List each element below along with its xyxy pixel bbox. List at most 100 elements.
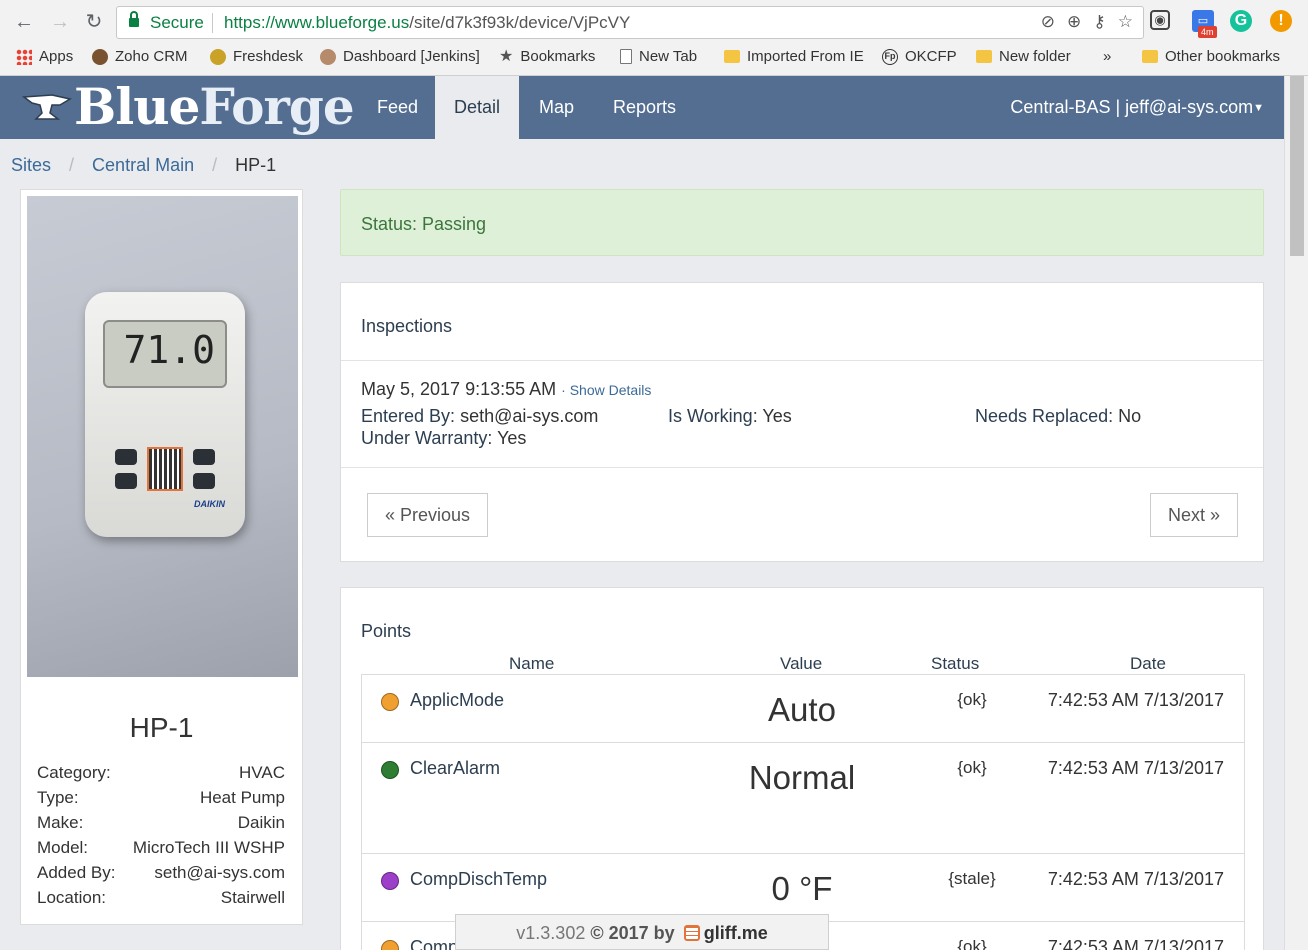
app-navbar: BlueForge Feed Detail Map Reports Centra… (0, 76, 1284, 139)
url-text: https://www.blueforge.us/site/d7k3f93k/d… (224, 13, 631, 32)
point-status-dot (381, 940, 399, 950)
previous-button[interactable]: « Previous (367, 493, 489, 537)
needs-replaced: Needs Replaced: No (975, 406, 1142, 426)
blueforge-logo[interactable]: BlueForge (22, 82, 355, 132)
jenkins-icon (320, 48, 336, 65)
bookmark-jenkins[interactable]: Dashboard [Jenkins] (320, 48, 480, 65)
col-status: Status (931, 654, 980, 673)
col-name: Name (509, 654, 555, 673)
point-name: CompDischTemp (410, 869, 548, 889)
thermostat-image: 71.0 DAIKIN (85, 292, 245, 537)
bookmark-okcfp[interactable]: Fp OKCFP (882, 48, 957, 65)
points-title: Points (361, 621, 412, 641)
back-icon[interactable]: ← (12, 10, 36, 34)
nav-detail[interactable]: Detail (435, 76, 520, 139)
bookmark-zoho[interactable]: Zoho CRM (92, 48, 188, 65)
breadcrumb-site[interactable]: Central Main (92, 155, 194, 176)
point-value: 0 °F (771, 870, 833, 907)
points-table: ApplicMode Auto {ok} 7:42:53 AM 7/13/201… (361, 674, 1245, 950)
bookmark-imported[interactable]: Imported From IE (724, 48, 864, 65)
zoho-icon (92, 48, 108, 65)
point-name: ApplicMode (410, 690, 505, 710)
point-date: 7:42:53 AM 7/13/2017 (1047, 690, 1224, 710)
bookmarks-overflow[interactable]: » (1103, 48, 1111, 65)
blocked-popup-icon[interactable]: ⊘ (1041, 12, 1055, 32)
table-row[interactable]: CompDischTemp 0 °F {stale} 7:42:53 AM 7/… (362, 854, 1244, 922)
point-date: 7:42:53 AM 7/13/2017 (1047, 937, 1224, 950)
caret-down-icon: ▼ (1253, 102, 1264, 114)
account-menu[interactable]: Central-BAS | jeff@ai-sys.com▼ (1010, 76, 1264, 139)
breadcrumb-current: HP-1 (235, 155, 277, 175)
nav-reports[interactable]: Reports (594, 76, 695, 139)
col-value: Value (780, 654, 823, 673)
point-status-dot (381, 693, 399, 711)
key-icon[interactable]: ⚷ (1093, 12, 1105, 32)
spec-row: Location: Stairwell (37, 888, 285, 907)
bookmark-bookmarks[interactable]: ★ Bookmarks (499, 48, 595, 65)
point-name: Comp (410, 937, 459, 950)
table-row[interactable]: ClearAlarm Normal {ok} 7:42:53 AM 7/13/2… (362, 743, 1244, 854)
browser-toolbar: ← → ↻ Secure https://www.blueforge.us/si… (0, 0, 1308, 44)
calendar-extension-icon[interactable]: ▭ 4m (1192, 10, 1217, 38)
is-working: Is Working: Yes (668, 406, 792, 426)
point-status: {ok} (957, 758, 987, 777)
under-warranty: Under Warranty: Yes (361, 428, 527, 448)
star-bookmark-icon: ★ (499, 47, 514, 65)
spec-row: Model: MicroTech III WSHP (37, 838, 285, 857)
forward-icon[interactable]: → (48, 10, 72, 34)
spec-row: Make: Daikin (37, 813, 285, 832)
fp-icon: Fp (882, 48, 898, 65)
point-status: {ok} (957, 937, 987, 950)
alert-extension-icon[interactable]: ! (1270, 10, 1292, 32)
bulb-extension-icon[interactable]: ◉ (1150, 10, 1170, 30)
browser-chrome: ← → ↻ Secure https://www.blueforge.us/si… (0, 0, 1308, 76)
reload-icon[interactable]: ↻ (82, 10, 106, 34)
inspections-title: Inspections (361, 316, 453, 336)
address-bar[interactable]: Secure https://www.blueforge.us/site/d7k… (116, 6, 1144, 39)
anvil-icon (22, 94, 72, 120)
folder-icon (976, 50, 992, 63)
nav-feed[interactable]: Feed (358, 76, 437, 139)
bookmark-other[interactable]: Other bookmarks (1142, 48, 1280, 65)
star-icon[interactable]: ☆ (1118, 12, 1133, 32)
bookmarks-bar: Apps Zoho CRM Freshdesk Dashboard [Jenki… (0, 44, 1308, 74)
bookmark-apps[interactable]: Apps (16, 48, 73, 65)
folder-icon (1142, 50, 1158, 63)
gliff-link[interactable]: gliff.me (704, 923, 768, 943)
point-status-dot (381, 872, 399, 890)
show-details-link[interactable]: · Show Details (561, 382, 651, 398)
inspections-panel: Inspections May 5, 2017 9:13:55 AM · Sho… (340, 282, 1264, 562)
bookmark-new-folder[interactable]: New folder (976, 48, 1071, 65)
version-footer: v1.3.302 © 2017 by gliff.me (455, 914, 829, 950)
spec-row: Type: Heat Pump (37, 788, 285, 807)
folder-icon (724, 50, 740, 63)
breadcrumb-sites[interactable]: Sites (11, 155, 51, 176)
grammarly-icon[interactable]: G (1230, 10, 1252, 32)
scrollbar-thumb[interactable] (1290, 76, 1304, 256)
point-date: 7:42:53 AM 7/13/2017 (1047, 758, 1224, 778)
next-button[interactable]: Next » (1149, 493, 1238, 537)
bookmark-freshdesk[interactable]: Freshdesk (210, 48, 303, 65)
points-panel: Points Name Value Status Date ApplicMode… (340, 587, 1264, 950)
entered-by: Entered By: seth@ai-sys.com (361, 406, 599, 426)
point-value: Normal (748, 759, 856, 796)
table-row[interactable]: ApplicMode Auto {ok} 7:42:53 AM 7/13/201… (362, 675, 1244, 743)
nav-map[interactable]: Map (520, 76, 593, 139)
device-photo[interactable]: 71.0 DAIKIN (27, 196, 298, 677)
spec-row: Added By: seth@ai-sys.com (37, 863, 285, 882)
freshdesk-icon (210, 48, 226, 65)
point-status: {ok} (957, 690, 987, 709)
point-status: {stale} (948, 869, 996, 888)
extension-badge: 4m (1198, 26, 1217, 38)
point-date: 7:42:53 AM 7/13/2017 (1047, 869, 1224, 889)
device-specs: Category: HVAC Type: Heat Pump Make: Daikin… (37, 760, 285, 910)
inspection-date: May 5, 2017 9:13:55 AM · Show Details (361, 379, 652, 399)
page-icon (620, 49, 632, 64)
lock-icon (129, 11, 139, 28)
page-scrollbar[interactable] (1284, 76, 1308, 950)
location-icon[interactable]: ⊕ (1067, 12, 1081, 32)
bookmark-new-tab[interactable]: New Tab (620, 48, 697, 65)
device-card: 71.0 DAIKIN HP-1 Category: HVAC Type: Heat… (20, 189, 303, 925)
status-alert: Status: Passing (340, 189, 1264, 256)
gliff-logo-icon (683, 925, 700, 941)
